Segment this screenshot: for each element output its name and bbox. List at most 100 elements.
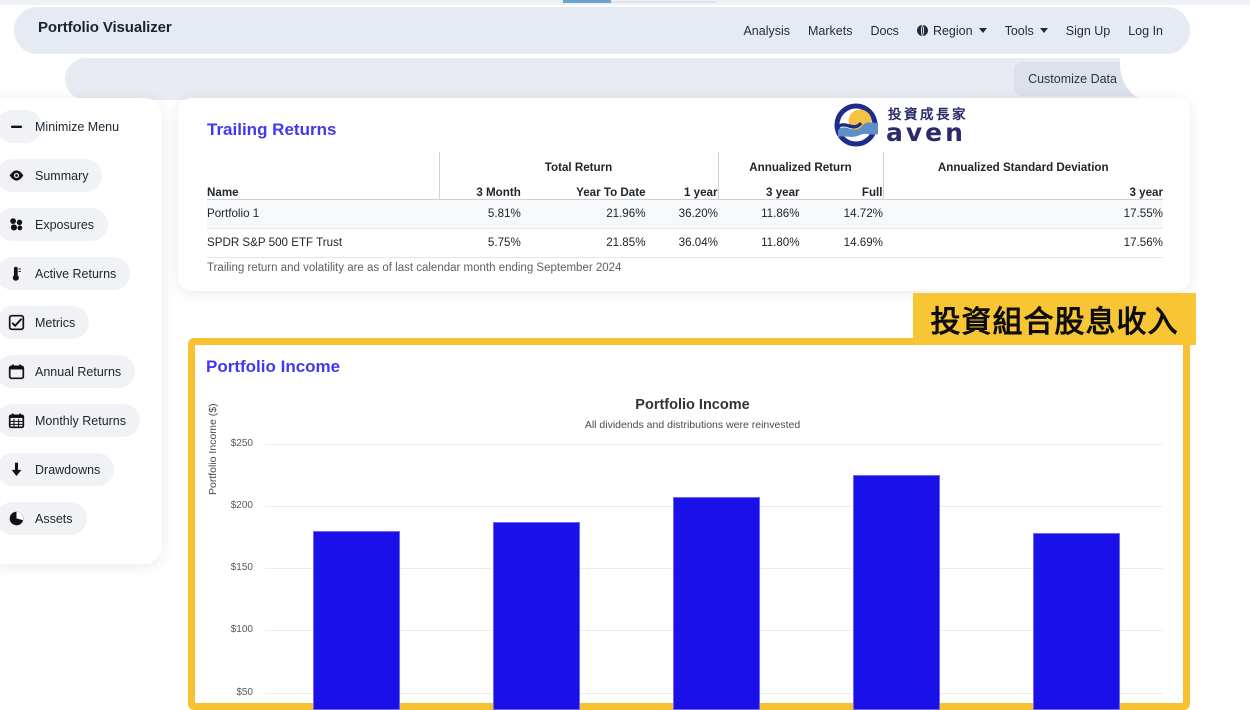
nav-links: Analysis Markets Docs Region Tools Sign … [734,7,1172,54]
sidebar-item-drawdowns[interactable]: Drawdowns [0,453,115,486]
group-header-total-return: Total Return [438,152,718,174]
sidebar-item-minimize-menu[interactable]: Minimize Menu [0,110,133,143]
chart-bar[interactable] [313,530,400,710]
arrow-down-icon [8,461,25,478]
col-header-std-3-year[interactable]: 3 year [882,174,1163,200]
cubes-icon [8,216,25,233]
sidebar-item-active-returns[interactable]: Active Returns [0,257,131,290]
col-header-3-year[interactable]: 3 year [717,174,800,200]
col-header-3-month[interactable]: 3 Month [438,174,521,200]
sidebar-item-assets[interactable]: Assets [0,502,87,535]
brand-title[interactable]: Portfolio Visualizer [38,19,172,36]
pie-chart-icon [8,510,25,527]
cell-1-year: 36.20% [645,199,718,229]
chevron-down-icon [978,28,987,33]
sidebar-item-label: Exposures [35,217,95,232]
nav-item-tools[interactable]: Tools [996,24,1057,38]
sidebar-item-metrics[interactable]: Metrics [0,306,90,339]
sidebar-item-label: Drawdowns [35,462,101,477]
nav-item-label: Docs [870,23,899,38]
cell-full: 14.72% [799,199,883,229]
nav-item-label: Region [932,23,973,38]
sidebar-item-label: Assets [35,511,73,526]
group-header-annualized-return: Annualized Return [717,152,883,174]
cell-name: Portfolio 1 [207,199,439,229]
cell-3-year: 11.80% [718,228,800,258]
cell-3-month: 5.75% [439,228,521,258]
nav-item-label: Tools [1004,23,1034,38]
trailing-returns-table: Total Return Annualized Return Annualize… [207,152,1163,258]
nav-item-log-in[interactable]: Log In [1119,24,1172,38]
page-loading-sliver [0,0,1250,5]
sidebar-item-label: Monthly Returns [35,413,127,428]
table-column-header-row: Name 3 Month Year To Date 1 year 3 year … [207,174,1163,200]
cell-full: 14.69% [799,228,883,258]
logo-english-text: aven [886,118,966,147]
secondary-toolbar: Customize Data [65,58,1190,100]
sidebar-item-label: Active Returns [35,266,117,281]
trailing-returns-title: Trailing Returns [207,120,337,139]
sidebar-item-label: Metrics [35,315,76,330]
cell-ytd: 21.85% [520,228,646,258]
sidebar-item-annual-returns[interactable]: Annual Returns [0,355,136,388]
trailing-returns-note: Trailing return and volatility are as of… [207,262,622,274]
sidebar-item-monthly-returns[interactable]: Monthly Returns [0,404,141,437]
nav-item-label: Log In [1128,23,1163,38]
eye-icon [8,167,25,184]
chart-bar[interactable] [1033,533,1120,710]
nav-item-label: Analysis [743,23,790,38]
col-header-1-year[interactable]: 1 year [645,174,718,200]
checkbox-icon [8,314,25,331]
group-header-annualized-std-dev: Annualized Standard Deviation [882,152,1163,174]
cell-3-year: 11.86% [718,199,800,229]
top-navbar: Portfolio Visualizer Analysis Markets Do… [14,7,1190,54]
sidebar-item-label: Minimize Menu [35,119,120,134]
minus-icon [8,118,25,135]
cell-std-3-year: 17.55% [883,199,1163,229]
annotation-banner-text: 投資組合股息收入 [930,305,1179,340]
cell-3-month: 5.81% [439,199,521,229]
annotation-banner: 投資組合股息收入 [913,293,1196,345]
nav-item-label: Sign Up [1065,23,1111,38]
cell-1-year: 36.04% [645,228,718,258]
chart-bar[interactable] [493,521,580,710]
chart-y-tick-label: $50 [236,686,253,698]
calendar-icon [8,363,25,380]
chart-subtitle: All dividends and distributions were rei… [584,419,801,431]
chart-gridline [265,443,1163,445]
nav-item-region[interactable]: Region [908,24,996,38]
aven-logo: 投資成長家 aven [832,100,987,150]
chart-bar[interactable] [673,497,760,710]
col-header-name[interactable]: Name [207,174,439,200]
nav-item-markets[interactable]: Markets [799,24,861,38]
loading-track-segment [611,1,716,3]
sidebar-item-label: Summary [35,168,89,183]
loading-progress-segment [563,0,611,3]
chart-title: Portfolio Income [635,397,750,413]
table-row: SPDR S&P 500 ETF Trust 5.75% 21.85% 36.0… [207,228,1163,258]
nav-item-sign-up[interactable]: Sign Up [1057,24,1119,38]
sidebar-item-label: Annual Returns [35,364,122,379]
nav-item-docs[interactable]: Docs [861,24,907,38]
table-row: Portfolio 1 5.81% 21.96% 36.20% 11.86% 1… [207,199,1163,229]
col-header-ytd[interactable]: Year To Date [520,174,646,200]
chart-y-tick-label: $150 [230,562,253,574]
chart-y-axis-label: Portfolio Income ($) [207,403,219,495]
group-header-blank [207,152,439,174]
portfolio-income-chart: Portfolio Income All dividends and distr… [195,345,1190,710]
calendar-grid-icon [8,412,25,429]
cell-std-3-year: 17.56% [883,228,1163,258]
cell-name: SPDR S&P 500 ETF Trust [207,228,439,258]
chart-y-tick-label: $200 [230,499,253,511]
cell-ytd: 21.96% [520,199,646,229]
col-header-full[interactable]: Full [799,174,883,200]
chart-y-tick-label: $250 [230,437,253,449]
sidebar-item-summary[interactable]: Summary [0,159,103,192]
customize-data-label: Customize Data [1028,72,1117,86]
nav-item-analysis[interactable]: Analysis [734,24,799,38]
chart-bar[interactable] [853,474,940,710]
nav-item-label: Markets [808,23,853,38]
chevron-down-icon [1039,28,1048,33]
sidebar-item-exposures[interactable]: Exposures [0,208,109,241]
chart-y-tick-label: $100 [230,624,253,636]
